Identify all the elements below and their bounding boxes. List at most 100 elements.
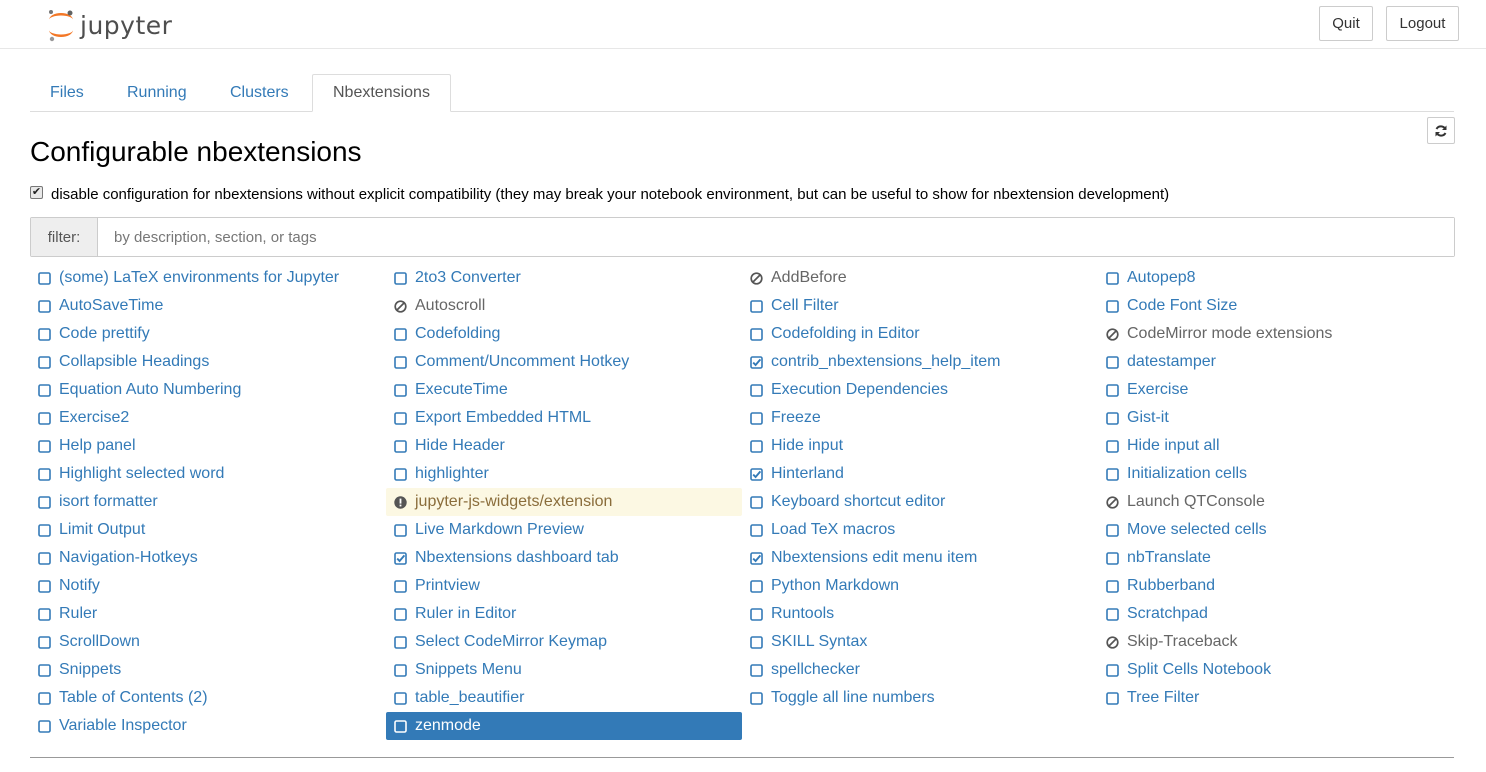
checkbox-unchecked-icon[interactable] xyxy=(394,467,407,481)
extension-item[interactable]: datestamper xyxy=(1098,348,1454,376)
checkbox-unchecked-icon[interactable] xyxy=(38,663,51,677)
checkbox-checked-icon[interactable] xyxy=(750,355,763,369)
extension-item[interactable]: Rubberband xyxy=(1098,572,1454,600)
compat-checkbox[interactable]: ✔ xyxy=(30,186,43,199)
checkbox-unchecked-icon[interactable] xyxy=(750,691,763,705)
checkbox-unchecked-icon[interactable] xyxy=(1106,355,1119,369)
checkbox-unchecked-icon[interactable] xyxy=(38,439,51,453)
checkbox-unchecked-icon[interactable] xyxy=(1106,523,1119,537)
extension-item[interactable]: ScrollDown xyxy=(30,628,386,656)
checkbox-unchecked-icon[interactable] xyxy=(394,691,407,705)
extension-item[interactable]: Toggle all line numbers xyxy=(742,684,1098,712)
extension-item[interactable]: Ruler xyxy=(30,600,386,628)
extension-item[interactable]: (some) LaTeX environments for Jupyter xyxy=(30,264,386,292)
extension-item[interactable]: Python Markdown xyxy=(742,572,1098,600)
extension-item[interactable]: isort formatter xyxy=(30,488,386,516)
extension-item[interactable]: Codefolding xyxy=(386,320,742,348)
checkbox-checked-icon[interactable] xyxy=(394,551,407,565)
checkbox-unchecked-icon[interactable] xyxy=(750,327,763,341)
extension-item[interactable]: Comment/Uncomment Hotkey xyxy=(386,348,742,376)
extension-item[interactable]: Snippets xyxy=(30,656,386,684)
extension-item[interactable]: Notify xyxy=(30,572,386,600)
extension-item[interactable]: SKILL Syntax xyxy=(742,628,1098,656)
extension-item[interactable]: highlighter xyxy=(386,460,742,488)
extension-item[interactable]: Exercise2 xyxy=(30,404,386,432)
extension-item[interactable]: Execution Dependencies xyxy=(742,376,1098,404)
checkbox-unchecked-icon[interactable] xyxy=(38,635,51,649)
extension-item[interactable]: Hide input xyxy=(742,432,1098,460)
filter-input[interactable] xyxy=(98,218,1454,256)
extension-item[interactable]: ExecuteTime xyxy=(386,376,742,404)
extension-item[interactable]: Equation Auto Numbering xyxy=(30,376,386,404)
extension-item[interactable]: Ruler in Editor xyxy=(386,600,742,628)
extension-item[interactable]: contrib_nbextensions_help_item xyxy=(742,348,1098,376)
tab-clusters[interactable]: Clusters xyxy=(210,74,309,112)
checkbox-unchecked-icon[interactable] xyxy=(38,495,51,509)
extension-item[interactable]: Autoscroll xyxy=(386,292,742,320)
checkbox-unchecked-icon[interactable] xyxy=(38,355,51,369)
checkbox-unchecked-icon[interactable] xyxy=(38,411,51,425)
checkbox-unchecked-icon[interactable] xyxy=(1106,607,1119,621)
checkbox-unchecked-icon[interactable] xyxy=(394,355,407,369)
checkbox-unchecked-icon[interactable] xyxy=(394,579,407,593)
checkbox-unchecked-icon[interactable] xyxy=(38,271,51,285)
extension-item[interactable]: Code prettify xyxy=(30,320,386,348)
checkbox-unchecked-icon[interactable] xyxy=(394,271,407,285)
checkbox-unchecked-icon[interactable] xyxy=(394,635,407,649)
extension-item[interactable]: Select CodeMirror Keymap xyxy=(386,628,742,656)
extension-item[interactable]: nbTranslate xyxy=(1098,544,1454,572)
tab-nbextensions[interactable]: Nbextensions xyxy=(312,74,451,112)
extension-item[interactable]: AddBefore xyxy=(742,264,1098,292)
extension-item[interactable]: 2to3 Converter xyxy=(386,264,742,292)
extension-item[interactable]: Scratchpad xyxy=(1098,600,1454,628)
extension-item[interactable]: Split Cells Notebook xyxy=(1098,656,1454,684)
checkbox-unchecked-icon[interactable] xyxy=(394,383,407,397)
extension-item[interactable]: Live Markdown Preview xyxy=(386,516,742,544)
extension-item[interactable]: spellchecker xyxy=(742,656,1098,684)
checkbox-unchecked-icon[interactable] xyxy=(394,327,407,341)
checkbox-unchecked-icon[interactable] xyxy=(38,383,51,397)
checkbox-unchecked-icon[interactable] xyxy=(394,719,407,733)
checkbox-unchecked-icon[interactable] xyxy=(750,383,763,397)
checkbox-unchecked-icon[interactable] xyxy=(1106,299,1119,313)
checkbox-unchecked-icon[interactable] xyxy=(38,467,51,481)
extension-item[interactable]: Runtools xyxy=(742,600,1098,628)
checkbox-unchecked-icon[interactable] xyxy=(750,495,763,509)
checkbox-unchecked-icon[interactable] xyxy=(394,607,407,621)
extension-item[interactable]: Gist-it xyxy=(1098,404,1454,432)
extension-item[interactable]: Help panel xyxy=(30,432,386,460)
extension-item[interactable]: Load TeX macros xyxy=(742,516,1098,544)
extension-item[interactable]: Export Embedded HTML xyxy=(386,404,742,432)
extension-item[interactable]: Tree Filter xyxy=(1098,684,1454,712)
extension-item[interactable]: Limit Output xyxy=(30,516,386,544)
extension-item[interactable]: table_beautifier xyxy=(386,684,742,712)
extension-item[interactable]: Nbextensions edit menu item xyxy=(742,544,1098,572)
extension-item[interactable]: jupyter-js-widgets/extension xyxy=(386,488,742,516)
checkbox-unchecked-icon[interactable] xyxy=(38,719,51,733)
jupyter-logo[interactable]: jupyter xyxy=(46,8,172,42)
extension-item[interactable]: Table of Contents (2) xyxy=(30,684,386,712)
checkbox-unchecked-icon[interactable] xyxy=(38,551,51,565)
extension-item[interactable]: Initialization cells xyxy=(1098,460,1454,488)
checkbox-unchecked-icon[interactable] xyxy=(750,299,763,313)
checkbox-unchecked-icon[interactable] xyxy=(750,635,763,649)
extension-item[interactable]: Move selected cells xyxy=(1098,516,1454,544)
refresh-button[interactable] xyxy=(1427,117,1455,144)
extension-item[interactable]: Nbextensions dashboard tab xyxy=(386,544,742,572)
checkbox-unchecked-icon[interactable] xyxy=(394,439,407,453)
checkbox-unchecked-icon[interactable] xyxy=(38,607,51,621)
checkbox-unchecked-icon[interactable] xyxy=(1106,271,1119,285)
extension-item[interactable]: Hinterland xyxy=(742,460,1098,488)
checkbox-unchecked-icon[interactable] xyxy=(1106,411,1119,425)
extension-item[interactable]: Highlight selected word xyxy=(30,460,386,488)
extension-item[interactable]: Skip-Traceback xyxy=(1098,628,1454,656)
checkbox-checked-icon[interactable] xyxy=(750,467,763,481)
quit-button[interactable]: Quit xyxy=(1319,6,1373,41)
extension-item[interactable]: Code Font Size xyxy=(1098,292,1454,320)
checkbox-checked-icon[interactable] xyxy=(750,551,763,565)
checkbox-unchecked-icon[interactable] xyxy=(1106,439,1119,453)
extension-item[interactable]: zenmode xyxy=(386,712,742,740)
checkbox-unchecked-icon[interactable] xyxy=(750,523,763,537)
checkbox-unchecked-icon[interactable] xyxy=(750,607,763,621)
extension-item[interactable]: Hide Header xyxy=(386,432,742,460)
